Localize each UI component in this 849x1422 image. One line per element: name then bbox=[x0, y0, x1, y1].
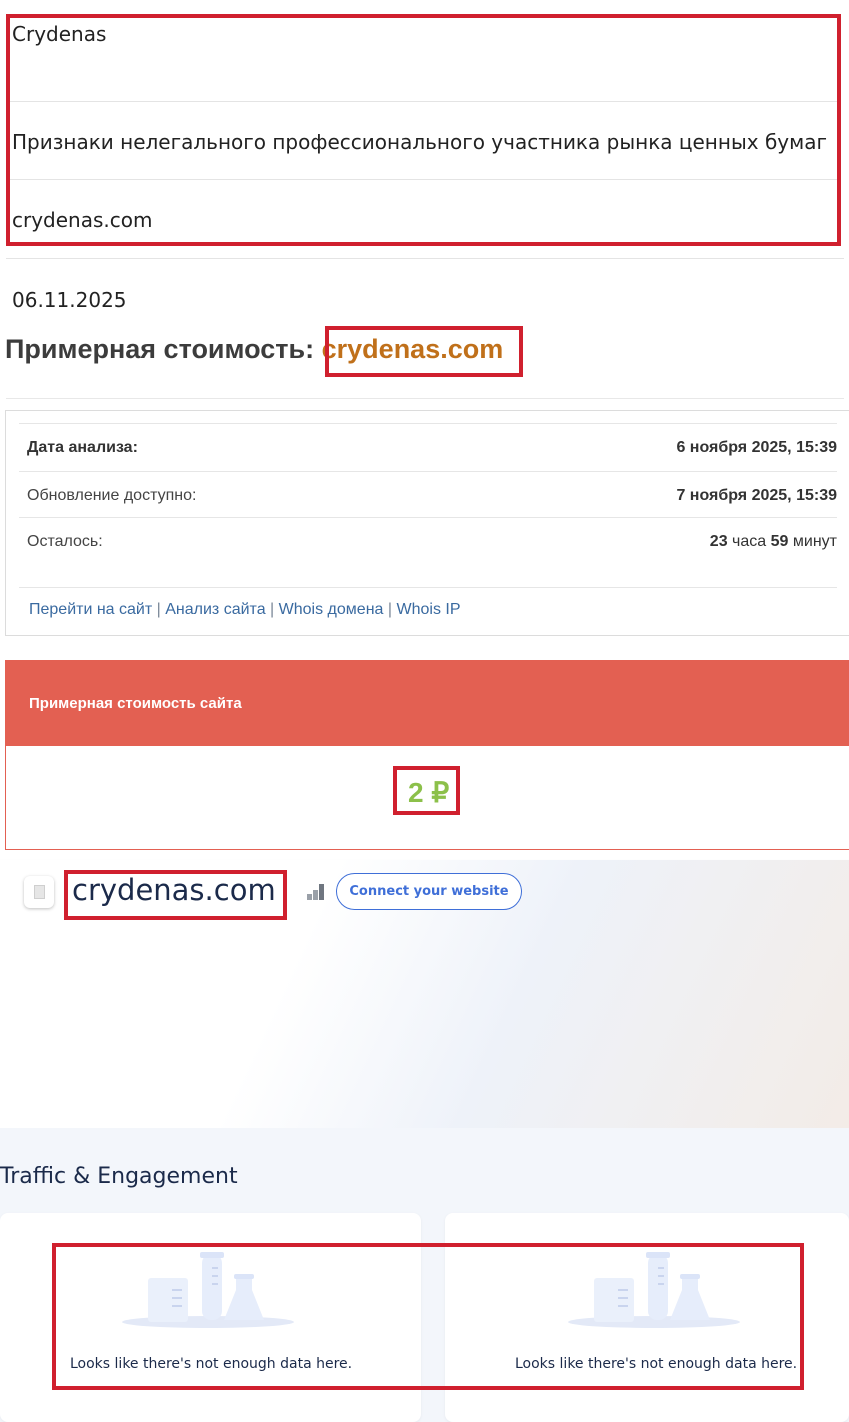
analysis-card: Дата анализа: 6 ноября 2025, 15:39 Обнов… bbox=[5, 410, 849, 636]
update-available-value: 7 ноября 2025, 15:39 bbox=[676, 487, 837, 504]
link-go-to-site[interactable]: Перейти на сайт bbox=[29, 601, 152, 618]
time-left-row: Осталось: 23 часа 59 минут bbox=[19, 517, 837, 565]
analysis-date-label: Дата анализа: bbox=[27, 439, 138, 456]
time-left-label: Осталось: bbox=[27, 533, 103, 550]
bar-chart-icon bbox=[307, 884, 327, 900]
time-left-minutes: 59 bbox=[770, 533, 789, 550]
highlight-box-info bbox=[6, 14, 841, 246]
link-whois-domain[interactable]: Whois домена bbox=[279, 601, 384, 618]
divider bbox=[6, 398, 844, 399]
divider bbox=[6, 258, 844, 259]
analysis-date-value: 6 ноября 2025, 15:39 bbox=[676, 439, 837, 456]
analysis-date-row: Дата анализа: 6 ноября 2025, 15:39 bbox=[19, 423, 837, 471]
time-left-minutes-unit: минут bbox=[792, 533, 837, 550]
page-icon bbox=[24, 876, 54, 908]
link-whois-ip[interactable]: Whois IP bbox=[396, 601, 460, 618]
time-left-hours-unit: часа bbox=[732, 533, 767, 550]
time-left-hours: 23 bbox=[709, 533, 728, 550]
highlight-box-cost bbox=[393, 766, 460, 815]
update-available-row: Обновление доступно: 7 ноября 2025, 15:3… bbox=[19, 471, 837, 519]
estimated-cost-header: Примерная стоимость сайта bbox=[6, 661, 849, 746]
divider bbox=[19, 587, 837, 588]
time-left-value: 23 часа 59 минут bbox=[710, 533, 837, 551]
highlight-box-overview-domain bbox=[64, 870, 287, 920]
traffic-title: Traffic & Engagement bbox=[0, 1164, 238, 1189]
connect-website-button[interactable]: Connect your website bbox=[336, 873, 522, 910]
highlight-box-title-domain bbox=[325, 326, 523, 377]
update-available-label: Обновление доступно: bbox=[27, 487, 197, 504]
report-date: 06.11.2025 bbox=[12, 288, 127, 312]
highlight-box-no-data bbox=[52, 1243, 804, 1390]
link-separator: | bbox=[270, 601, 275, 618]
link-separator: | bbox=[156, 601, 161, 618]
site-links: Перейти на сайт | Анализ сайта | Whois д… bbox=[29, 601, 461, 619]
link-separator: | bbox=[387, 601, 393, 618]
estimated-cost-card: Примерная стоимость сайта 2 ₽ bbox=[5, 660, 849, 850]
page-title-label: Примерная стоимость: bbox=[5, 334, 315, 364]
link-site-analysis[interactable]: Анализ сайта bbox=[165, 601, 265, 618]
